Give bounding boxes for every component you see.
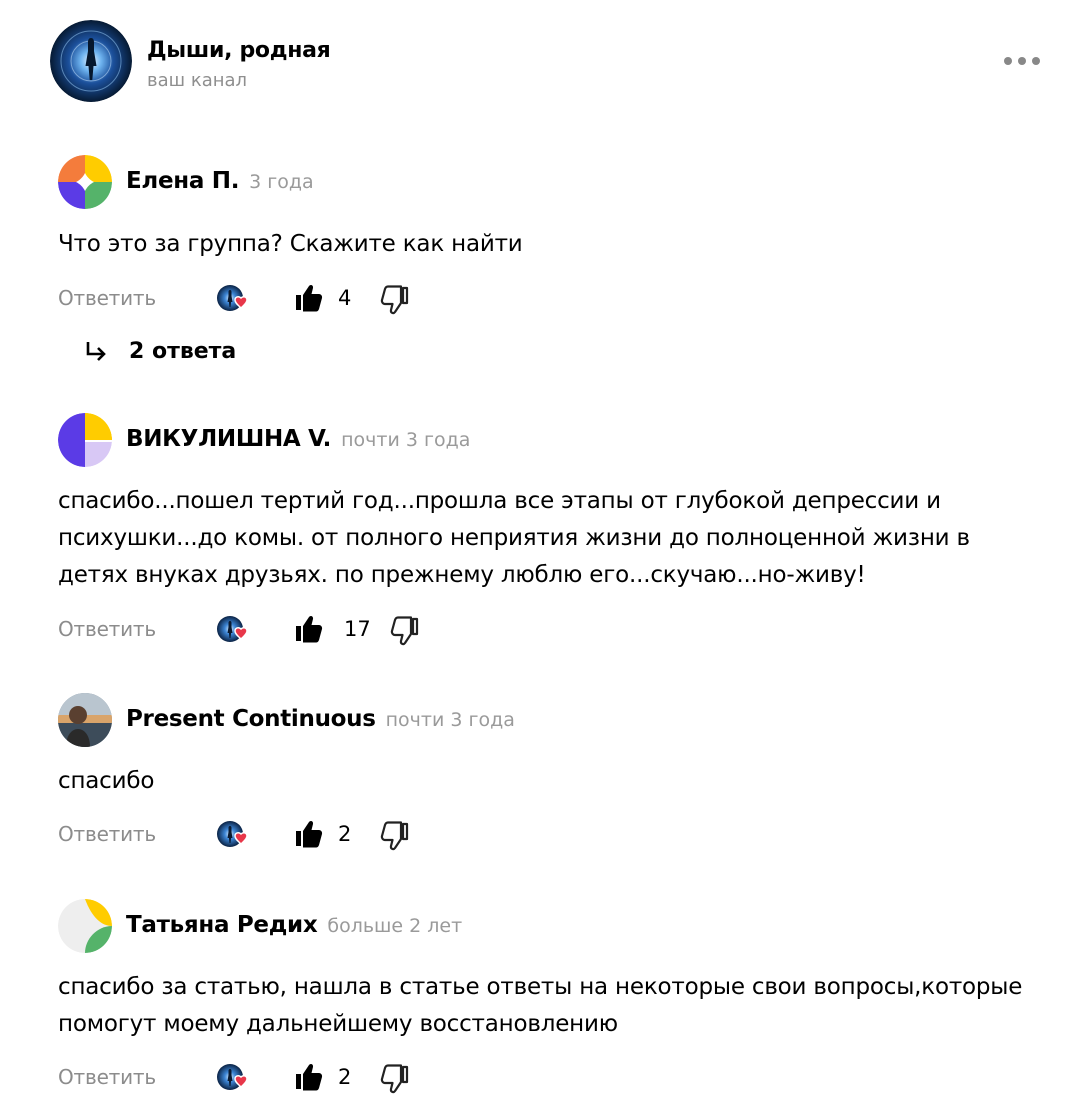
comment-text-line: детях внуках друзьях. по прежнему люблю … bbox=[58, 562, 866, 588]
author-liked-icon bbox=[216, 615, 248, 643]
author-liked-icon bbox=[216, 820, 248, 848]
reply-button[interactable]: Ответить bbox=[58, 822, 156, 846]
comment-actions: Ответить 4 bbox=[58, 282, 658, 318]
avatar[interactable] bbox=[58, 899, 112, 953]
like-count: 17 bbox=[344, 617, 371, 641]
comment-author[interactable]: Елена П. 3 года bbox=[126, 168, 314, 194]
avatar[interactable] bbox=[58, 693, 112, 747]
like-count: 2 bbox=[338, 1065, 352, 1089]
comment-header: Татьяна Редих больше 2 лет bbox=[58, 899, 1058, 953]
comment-header: ВИКУЛИШНА V. почти 3 года bbox=[58, 413, 1058, 467]
author-liked-icon bbox=[216, 284, 248, 312]
comment-text-line: спасибо за статью, нашла в статье ответы… bbox=[58, 974, 1023, 1000]
channel-name[interactable]: Дыши, родная bbox=[147, 38, 331, 63]
like-icon[interactable] bbox=[292, 282, 324, 314]
reply-arrow-icon bbox=[86, 342, 106, 361]
channel-avatar[interactable] bbox=[50, 20, 132, 102]
like-count: 4 bbox=[338, 286, 352, 310]
like-icon[interactable] bbox=[292, 1061, 324, 1093]
reply-button[interactable]: Ответить bbox=[58, 617, 156, 641]
dislike-icon[interactable] bbox=[380, 284, 412, 316]
comment-date: больше 2 лет bbox=[327, 915, 463, 937]
dislike-icon[interactable] bbox=[380, 1063, 412, 1095]
comment-text: спасибо за статью, нашла в статье ответы… bbox=[58, 969, 1058, 1043]
dislike-icon[interactable] bbox=[380, 820, 412, 852]
comment-date: почти 3 года bbox=[341, 429, 471, 451]
author-liked-icon bbox=[216, 1063, 248, 1091]
comment-author[interactable]: Татьяна Редих больше 2 лет bbox=[126, 912, 462, 938]
reply-button[interactable]: Ответить bbox=[58, 1065, 156, 1089]
comment-actions: Ответить 2 bbox=[58, 1061, 658, 1097]
like-icon[interactable] bbox=[292, 613, 324, 645]
comment-text: спасибо...пошел тертий год...прошла все … bbox=[58, 483, 1058, 594]
comment-actions: Ответить 2 bbox=[58, 818, 658, 854]
comment-text-line: психушки...до комы. от полного неприятия… bbox=[58, 525, 970, 551]
like-count: 2 bbox=[338, 822, 352, 846]
replies-count: 2 ответа bbox=[129, 339, 237, 364]
like-icon[interactable] bbox=[292, 818, 324, 850]
comment-header: Present Continuous почти 3 года bbox=[58, 693, 1058, 747]
comment-date: 3 года bbox=[249, 171, 314, 193]
comment-text: Что это за группа? Скажите как найти bbox=[58, 231, 523, 257]
channel-header: Дыши, родная ваш канал bbox=[50, 20, 1050, 102]
comment-text: спасибо bbox=[58, 768, 155, 794]
comment-text-line: помогут моему дальнейшему восстановлению bbox=[58, 1011, 618, 1037]
comment-header: Елена П. 3 года bbox=[58, 155, 1058, 209]
avatar[interactable] bbox=[58, 155, 112, 209]
channel-subtitle: ваш канал bbox=[147, 70, 248, 91]
comment-text-line: спасибо...пошел тертий год...прошла все … bbox=[58, 488, 941, 514]
reply-button[interactable]: Ответить bbox=[58, 286, 156, 310]
comment-date: почти 3 года bbox=[385, 709, 515, 731]
comment-author[interactable]: Present Continuous почти 3 года bbox=[126, 706, 515, 732]
dislike-icon[interactable] bbox=[390, 615, 422, 647]
comment-author[interactable]: ВИКУЛИШНА V. почти 3 года bbox=[126, 426, 470, 452]
avatar[interactable] bbox=[58, 413, 112, 467]
more-options-icon[interactable] bbox=[1004, 51, 1040, 71]
comment-actions: Ответить 17 bbox=[58, 613, 658, 649]
